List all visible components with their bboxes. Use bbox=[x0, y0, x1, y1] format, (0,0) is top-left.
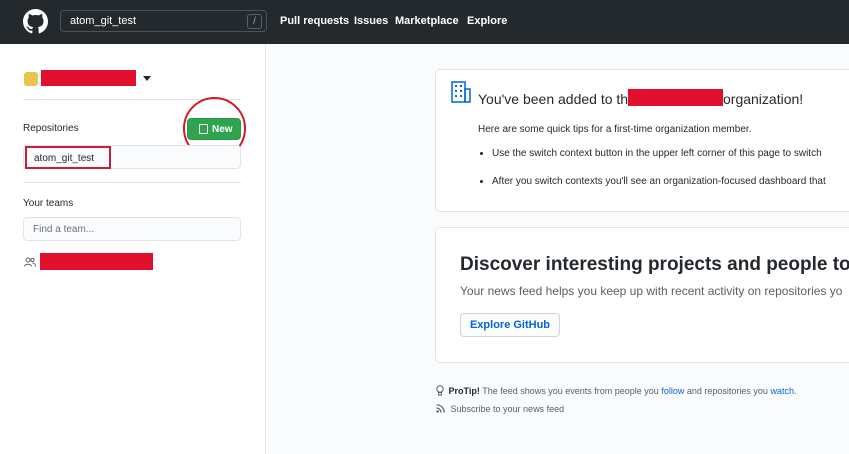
sidebar-divider bbox=[23, 182, 241, 183]
search-shortcut-key: / bbox=[247, 14, 262, 29]
context-switcher-caret-icon[interactable] bbox=[143, 76, 151, 81]
subscribe-label: Subscribe to your news feed bbox=[450, 404, 565, 414]
nav-marketplace[interactable]: Marketplace bbox=[395, 15, 459, 27]
search-input-value: atom_git_test bbox=[70, 15, 137, 27]
github-logo-icon[interactable] bbox=[23, 9, 48, 34]
discover-subtitle: Your news feed helps you keep up with re… bbox=[460, 284, 843, 298]
redacted-team-name[interactable] bbox=[40, 253, 153, 270]
nav-issues[interactable]: Issues bbox=[354, 15, 388, 27]
search-input[interactable]: atom_git_test / bbox=[60, 10, 267, 32]
people-icon bbox=[24, 257, 36, 267]
org-tip-item: Use the switch context button in the upp… bbox=[492, 148, 822, 159]
organization-icon bbox=[451, 81, 471, 103]
top-header: atom_git_test / Pull requests Issues Mar… bbox=[0, 0, 849, 44]
discover-title: Discover interesting projects and people… bbox=[460, 254, 849, 275]
org-tip-item: After you switch contexts you'll see an … bbox=[492, 176, 826, 187]
redacted-organization-name bbox=[628, 89, 723, 106]
bullet-dot bbox=[480, 152, 483, 155]
org-card-title-suffix: organization! bbox=[723, 91, 804, 107]
protip: ProTip! The feed shows you events from p… bbox=[436, 383, 796, 396]
avatar[interactable] bbox=[24, 72, 38, 86]
rss-icon bbox=[436, 404, 445, 413]
lightbulb-icon bbox=[436, 385, 444, 396]
nav-pull-requests[interactable]: Pull requests bbox=[280, 15, 349, 27]
org-card-intro: Here are some quick tips for a first-tim… bbox=[478, 124, 752, 135]
subscribe-feed-link[interactable]: Subscribe to your news feed bbox=[436, 403, 564, 414]
protip-period: . bbox=[793, 386, 797, 396]
explore-github-button[interactable]: Explore GitHub bbox=[460, 313, 560, 337]
bullet-dot bbox=[480, 180, 483, 183]
protip-text: The feed shows you events from people yo… bbox=[482, 386, 659, 396]
repositories-heading: Repositories bbox=[23, 123, 79, 134]
protip-text: and repositories you bbox=[686, 386, 768, 396]
team-search-placeholder: Find a team... bbox=[33, 224, 95, 235]
nav-explore[interactable]: Explore bbox=[467, 15, 507, 27]
org-card-title-prefix: You've been added to the bbox=[478, 91, 636, 107]
teams-heading: Your teams bbox=[23, 198, 74, 209]
redacted-account-name bbox=[41, 70, 136, 86]
follow-link[interactable]: follow bbox=[661, 386, 684, 396]
protip-label: ProTip! bbox=[448, 386, 480, 396]
repository-list-item[interactable]: atom_git_test bbox=[25, 146, 111, 169]
team-search-input[interactable]: Find a team... bbox=[23, 217, 241, 241]
watch-link[interactable]: watch bbox=[770, 386, 794, 396]
repository-name: atom_git_test bbox=[34, 153, 95, 164]
